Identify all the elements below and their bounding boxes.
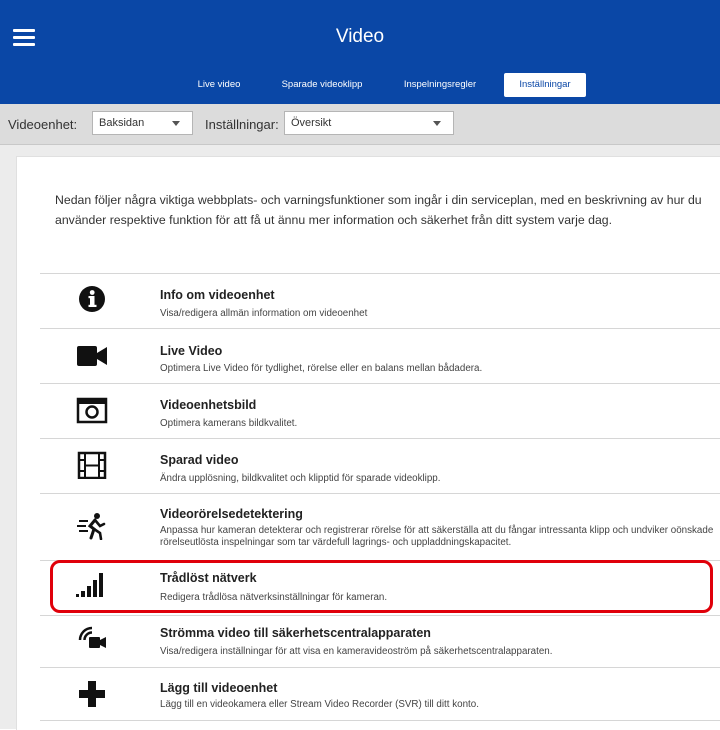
item-title: Lägg till videoenhet bbox=[160, 681, 278, 695]
filter-bar: Videoenhet: Baksidan Inställningar: Över… bbox=[0, 104, 720, 145]
tab-live-video[interactable]: Live video bbox=[190, 73, 248, 97]
camera-icon bbox=[76, 397, 108, 424]
settings-label: Inställningar: bbox=[205, 117, 279, 132]
list-item-stream-to-panel[interactable]: Strömma video till säkerhetscentralappar… bbox=[40, 615, 720, 667]
item-title: Info om videoenhet bbox=[160, 288, 275, 302]
chevron-down-icon bbox=[433, 121, 441, 126]
tab-recording-rules[interactable]: Inspelningsregler bbox=[395, 73, 485, 97]
tab-bar: Live video Sparade videoklipp Inspelning… bbox=[0, 73, 720, 97]
page-title: Video bbox=[335, 26, 385, 47]
tab-settings[interactable]: Inställningar bbox=[504, 73, 586, 97]
item-description: Visa/redigera inställningar för att visa… bbox=[160, 646, 553, 657]
device-select[interactable]: Baksidan bbox=[92, 111, 193, 135]
list-item-live-video[interactable]: Live Video Optimera Live Video för tydli… bbox=[40, 328, 720, 383]
item-title: Strömma video till säkerhetscentralappar… bbox=[160, 626, 431, 640]
video-camera-icon bbox=[77, 346, 107, 366]
info-icon bbox=[79, 286, 105, 312]
intro-text: Nedan följer några viktiga webbplats- oc… bbox=[55, 193, 702, 227]
item-description: Optimera Live Video för tydlighet, rörel… bbox=[160, 363, 483, 374]
list-item-image-settings[interactable]: Videoenhetsbild Optimera kamerans bildkv… bbox=[40, 383, 720, 438]
settings-select[interactable]: Översikt bbox=[284, 111, 454, 135]
motion-icon bbox=[77, 513, 106, 540]
list-item-device-info[interactable]: Info om videoenhet Visa/redigera allmän … bbox=[40, 273, 720, 328]
chevron-down-icon bbox=[172, 121, 180, 126]
item-description: Optimera kamerans bildkvalitet. bbox=[160, 418, 298, 429]
item-title: Live Video bbox=[160, 344, 223, 358]
tab-saved-clips[interactable]: Sparade videoklipp bbox=[272, 73, 372, 97]
item-title: Sparad video bbox=[160, 453, 239, 467]
list-item-motion-detection[interactable]: Videorörelsedetektering Anpassa hur kame… bbox=[40, 493, 720, 560]
item-description: Visa/redigera allmän information om vide… bbox=[160, 308, 368, 319]
settings-select-value: Översikt bbox=[291, 117, 332, 129]
stream-camera-icon bbox=[78, 626, 106, 648]
device-select-value: Baksidan bbox=[99, 117, 145, 129]
plus-icon bbox=[79, 681, 105, 707]
highlight-outline bbox=[50, 560, 713, 613]
item-description: Anpassa hur kameran detekterar och regis… bbox=[160, 525, 714, 548]
list-item-add-device[interactable]: Lägg till videoenhet Lägg till en videok… bbox=[40, 667, 720, 721]
app-header: Video Live video Sparade videoklipp Insp… bbox=[0, 0, 720, 104]
device-label: Videoenhet: bbox=[8, 117, 78, 132]
film-icon bbox=[77, 451, 107, 479]
list-item-saved-video[interactable]: Sparad video Ändra upplösning, bildkvali… bbox=[40, 438, 720, 493]
item-title: Videoenhetsbild bbox=[160, 398, 257, 412]
item-title: Videorörelsedetektering bbox=[160, 507, 303, 521]
item-description: Lägg till en videokamera eller Stream Vi… bbox=[160, 699, 479, 710]
item-description: Ändra upplösning, bildkvalitet och klipp… bbox=[160, 473, 441, 484]
